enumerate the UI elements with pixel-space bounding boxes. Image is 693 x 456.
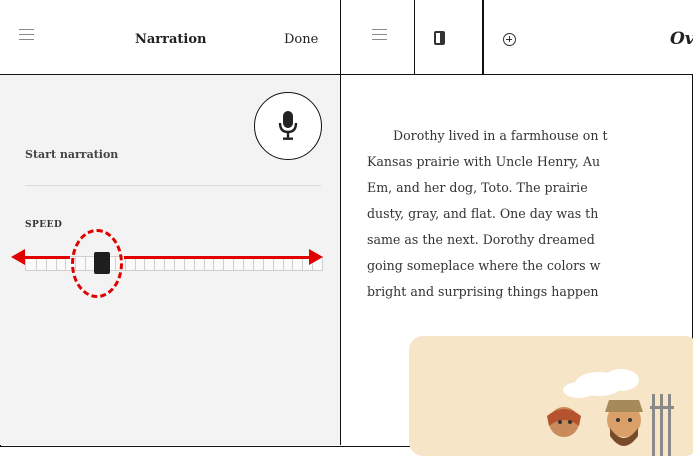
microphone-icon [278, 111, 298, 140]
divider [25, 185, 321, 186]
add-circle-icon[interactable] [503, 33, 516, 46]
story-line: dusty, gray, and flat. One day was th [367, 206, 599, 221]
narration-panel: Narration Done Start narration SPEED [0, 0, 341, 445]
story-line: Em, and her dog, Toto. The prairie [367, 180, 588, 195]
annotation-arrow-right-head [309, 249, 323, 265]
annotation-arrow-left-line [22, 256, 70, 259]
start-narration-label: Start narration [25, 148, 119, 161]
menu-icon [372, 28, 387, 42]
panel-title: Narration [135, 32, 207, 47]
story-line: same as the next. Dorothy dreamed [367, 232, 595, 247]
start-narration-button[interactable] [254, 92, 322, 160]
toolbar-divider [483, 0, 484, 74]
done-button[interactable]: Done [284, 32, 318, 47]
reader-toolbar [341, 0, 693, 75]
narration-panel-header: Narration Done [0, 0, 340, 75]
story-illustration [409, 336, 693, 456]
story-line: Dorothy lived in a farmhouse on t [393, 128, 608, 143]
book-panel-button[interactable] [414, 0, 484, 74]
annotation-highlight-circle [71, 229, 123, 298]
annotation-arrow-left-head [11, 249, 25, 265]
story-line: going someplace where the colors w [367, 258, 601, 273]
book-title-partial: Ov [670, 29, 693, 49]
speed-label: SPEED [25, 220, 63, 230]
toolbar-divider [414, 0, 415, 74]
toolbar-divider [482, 0, 483, 74]
menu-icon[interactable] [19, 28, 34, 42]
illustration-graphic [547, 369, 674, 456]
annotation-arrow-right-line [124, 256, 312, 259]
story-line: bright and surprising things happen [367, 284, 599, 299]
story-line: Kansas prairie with Uncle Henry, Au [367, 154, 601, 169]
book-panel-icon [434, 31, 445, 45]
